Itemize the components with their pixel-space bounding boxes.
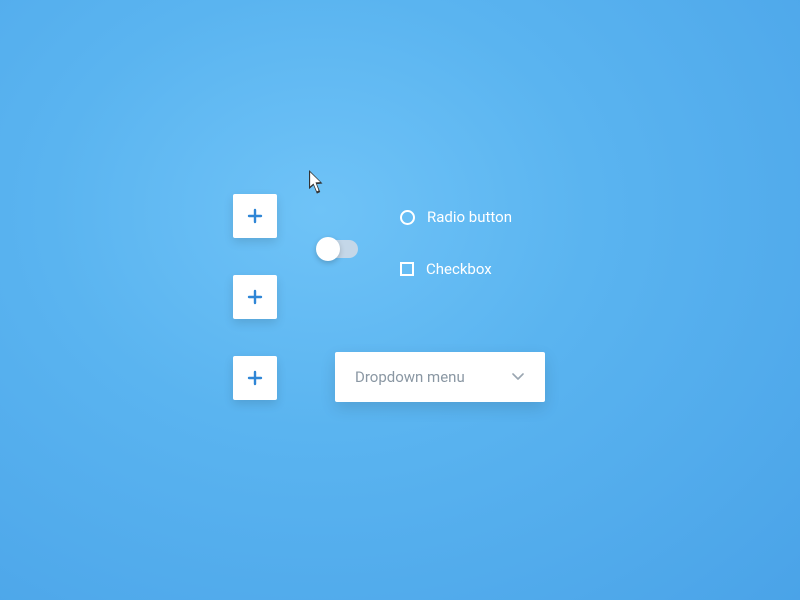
add-button-2[interactable] (233, 275, 277, 319)
radio-button[interactable]: Radio button (400, 208, 512, 226)
toggle-switch[interactable] (318, 240, 358, 258)
chevron-down-icon (511, 370, 525, 384)
cursor-icon (309, 170, 327, 194)
radio-label: Radio button (427, 208, 512, 226)
radio-icon (400, 210, 415, 225)
dropdown-menu[interactable]: Dropdown menu (335, 352, 545, 402)
add-button-3[interactable] (233, 356, 277, 400)
checkbox-icon (400, 262, 414, 276)
plus-icon (247, 289, 263, 305)
plus-icon (247, 208, 263, 224)
plus-icon (247, 370, 263, 386)
checkbox-label: Checkbox (426, 260, 492, 278)
add-button-1[interactable] (233, 194, 277, 238)
toggle-knob (316, 237, 340, 261)
dropdown-label: Dropdown menu (355, 368, 511, 386)
checkbox[interactable]: Checkbox (400, 260, 492, 278)
